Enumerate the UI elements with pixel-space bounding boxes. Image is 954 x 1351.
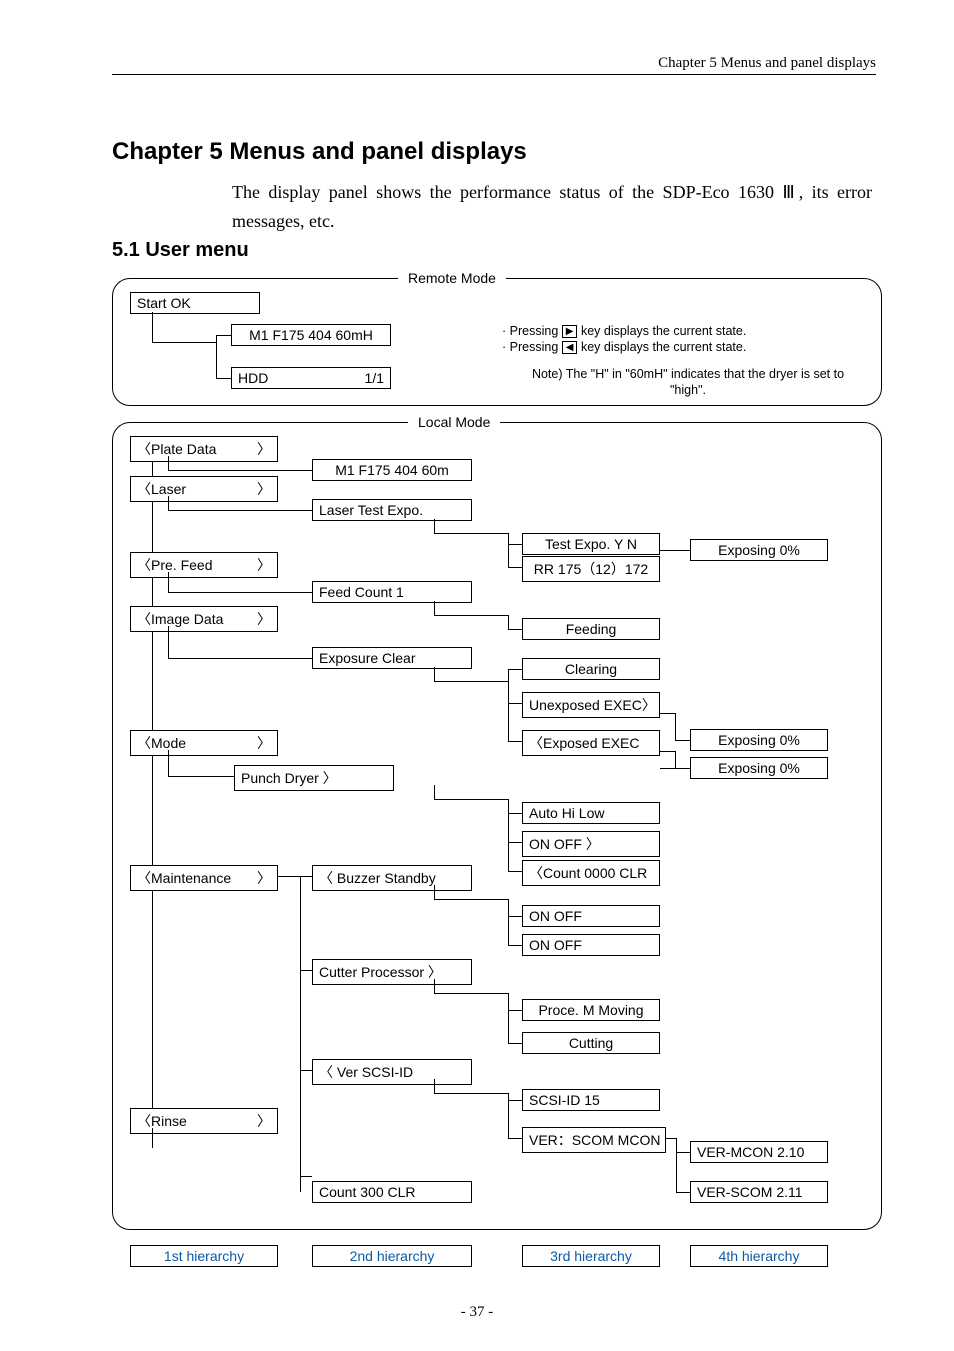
count-300-box: Count 300 CLR (312, 1181, 472, 1203)
count-clr-box: 〈Count 0000 CLR (522, 860, 660, 886)
image-data-box: 〈Image Data〉 (130, 606, 278, 632)
note-h: Note) The "H" in "60mH" indicates that t… (518, 366, 858, 399)
ver-scom-box: VER：SCOM MCON (522, 1127, 666, 1153)
ver-mcon-box: VER-MCON 2.10 (690, 1141, 828, 1163)
h2-box: 2nd hierarchy (312, 1245, 472, 1267)
pre-feed-box: 〈Pre. Feed〉 (130, 552, 278, 578)
exposing-b-box: Exposing 0% (690, 729, 828, 751)
laser-test-box: Laser Test Expo. (312, 499, 472, 521)
menu-diagram: Remote Mode Start OK M1 F175 404 60mH HD… (112, 268, 882, 1276)
remote-mode-label: Remote Mode (398, 270, 506, 286)
test-expo-box: Test Expo. Y N (522, 533, 660, 555)
on-off-1-box: ON OFF (522, 905, 660, 927)
exposing-a-box: Exposing 0% (690, 539, 828, 561)
page-number: - 37 - (0, 1304, 954, 1321)
punch-dryer-box: Punch Dryer 〉 (234, 765, 394, 791)
feed-count-box: Feed Count 1 (312, 581, 472, 603)
note-keys: · Pressing ▶ key displays the current st… (502, 323, 872, 356)
on-off-2-box: ON OFF (522, 934, 660, 956)
unexposed-box: Unexposed EXEC〉 (522, 692, 660, 718)
h3-box: 3rd hierarchy (522, 1245, 660, 1267)
maintenance-box: 〈Maintenance〉 (130, 865, 278, 891)
auto-hi-low-box: Auto Hi Low (522, 802, 660, 824)
proce-moving-box: Proce. M Moving (522, 999, 660, 1021)
hdd-box: HDD 1/1 (231, 367, 391, 389)
start-ok-box: Start OK (130, 292, 260, 314)
laser-box: 〈Laser〉 (130, 476, 278, 502)
rr-box: RR 175（12）172 (522, 556, 660, 582)
m1-local-box: M1 F175 404 60m (312, 459, 472, 481)
clearing-box: Clearing (522, 658, 660, 680)
mode-box: 〈Mode〉 (130, 730, 278, 756)
scsi-id-box: SCSI-ID 15 (522, 1089, 660, 1111)
h4-box: 4th hierarchy (690, 1245, 828, 1267)
hdd-label: HDD (238, 370, 268, 386)
exposure-clear-box: Exposure Clear (312, 647, 472, 669)
local-mode-label: Local Mode (408, 414, 500, 430)
chapter-title: Chapter 5 Menus and panel displays (112, 138, 527, 166)
plate-data-box: 〈Plate Data〉 (130, 436, 278, 462)
exposing-c-box: Exposing 0% (690, 757, 828, 779)
intro-text: The display panel shows the performance … (232, 178, 872, 236)
cutting-box: Cutting (522, 1032, 660, 1054)
cutter-proc-box: Cutter Processor 〉 (312, 959, 472, 985)
on-off-arrow-box: ON OFF 〉 (522, 831, 660, 857)
right-arrow-icon: ▶ (562, 325, 578, 338)
left-arrow-icon: ◀ (562, 341, 578, 354)
ver-scsi-box: 〈 Ver SCSI-ID (312, 1059, 472, 1085)
feeding-box: Feeding (522, 618, 660, 640)
h1-box: 1st hierarchy (130, 1245, 278, 1267)
section-title: 5.1 User menu (112, 239, 249, 262)
ver-scomv-box: VER-SCOM 2.11 (690, 1181, 828, 1203)
exposed-box: 〈Exposed EXEC (522, 730, 660, 756)
m1-remote-box: M1 F175 404 60mH (231, 324, 391, 346)
hdd-value: 1/1 (365, 370, 384, 386)
buzzer-standby-box: 〈 Buzzer Standby (312, 865, 472, 891)
page-header: Chapter 5 Menus and panel displays (658, 55, 876, 72)
